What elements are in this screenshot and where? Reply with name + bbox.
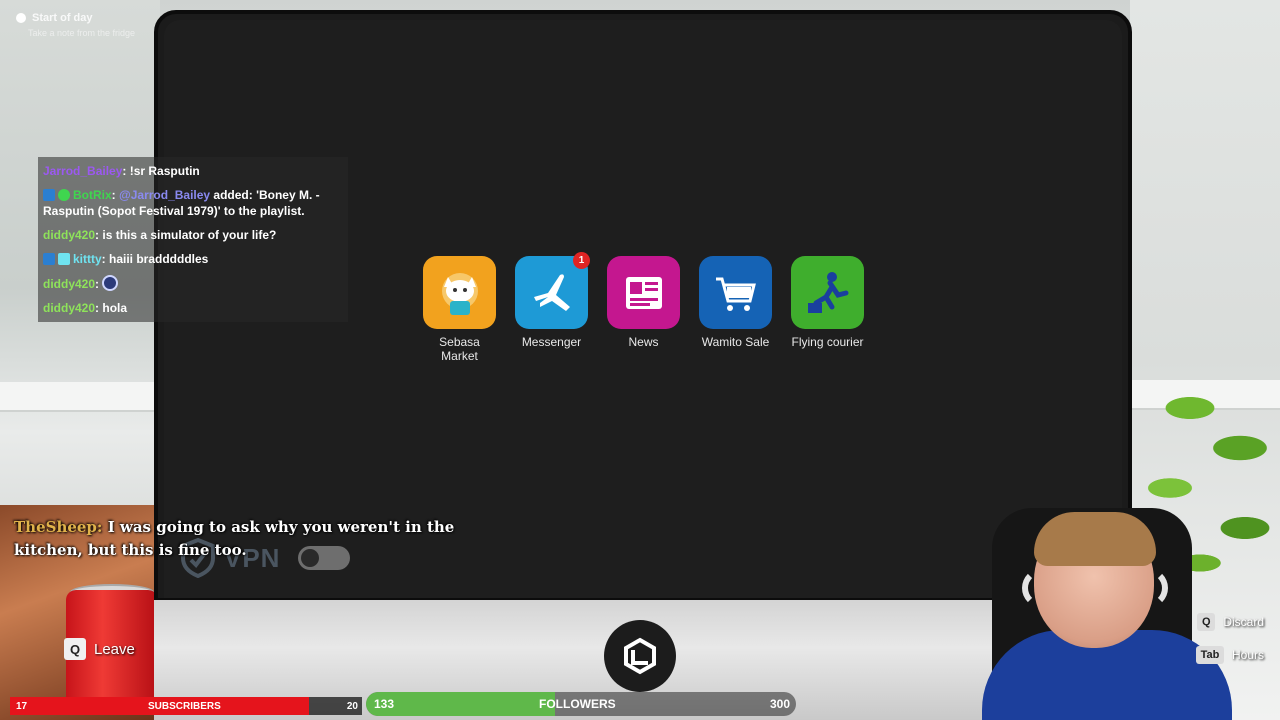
chat-text: : !sr Rasputin: [122, 164, 200, 178]
subscribers-label: SUBSCRIBERS: [148, 700, 221, 712]
dialogue-subtitle: TheSheep: I was going to ask why you wer…: [14, 516, 484, 562]
brand-logo-icon: [624, 637, 656, 675]
notification-badge: 1: [573, 252, 590, 269]
chat-username: Jarrod_Bailey: [43, 164, 123, 178]
stream-chat: Jarrod_Bailey: !sr Rasputin BotRix: @Jar…: [38, 157, 348, 322]
streamer-hair: [1034, 512, 1156, 566]
chat-username: kittty: [73, 252, 102, 266]
shopping-cart-icon[interactable]: [699, 256, 772, 329]
subscribers-goal-bar: 17 SUBSCRIBERS 20: [10, 697, 362, 715]
emote-icon: [102, 275, 119, 291]
objective-subtitle: Take a note from the fridge: [28, 28, 136, 38]
chat-username: diddy420: [43, 228, 96, 242]
streamer-webcam: [982, 498, 1242, 720]
chat-separator: :: [111, 188, 120, 202]
chat-text: : haiii bradddddles: [101, 252, 209, 266]
app-news[interactable]: News: [607, 256, 680, 363]
app-messenger[interactable]: 1 Messenger: [515, 252, 590, 363]
subscribers-current: 17: [16, 700, 28, 712]
bot-badge-icon: [43, 189, 55, 201]
app-label: Flying courier: [791, 335, 864, 349]
chat-username: diddy420: [43, 301, 96, 315]
followers-label: FOLLOWERS: [539, 697, 616, 711]
key-hint: Tab: [1195, 646, 1224, 664]
followers-current: 133: [374, 697, 395, 711]
chat-message: BotRix: @Jarrod_Bailey added: 'Boney M. …: [38, 183, 348, 223]
newspaper-icon[interactable]: [607, 256, 680, 329]
headset-icon: [1022, 568, 1168, 608]
app-label: Sebasa Market: [439, 335, 480, 363]
verified-badge-icon: [58, 189, 70, 201]
power-logo-button[interactable]: [604, 620, 676, 692]
chat-message: diddy420:: [38, 271, 348, 296]
chat-username: diddy420: [43, 277, 96, 291]
wall-trim-left: [0, 382, 160, 412]
desktop-app-grid: Sebasa Market 1 Messenger News Wamito Sa…: [423, 252, 864, 363]
app-flying-courier[interactable]: Flying courier: [791, 256, 864, 363]
app-label: Wamito Sale: [701, 335, 770, 349]
chat-message: Jarrod_Bailey: !sr Rasputin: [38, 159, 348, 183]
subscribers-goal: 20: [346, 700, 358, 712]
objective-title: Start of day: [32, 12, 93, 24]
chat-text: : hola: [95, 301, 128, 315]
chat-text: :: [95, 277, 103, 291]
chat-message: kittty: haiii bradddddles: [38, 247, 348, 271]
cat-shopping-bag-icon[interactable]: [423, 256, 496, 329]
chat-message: diddy420: hola: [38, 296, 348, 320]
followers-goal: 300: [769, 697, 790, 711]
chat-text: : is this a simulator of your life?: [95, 228, 277, 242]
courier-kick-icon[interactable]: [791, 256, 864, 329]
chat-message: diddy420: is this a simulator of your li…: [38, 223, 348, 247]
app-label: Messenger: [521, 335, 582, 349]
sub-badge-icon: [43, 253, 55, 265]
hours-label: Hours: [1231, 648, 1264, 662]
hours-prompt[interactable]: Tab Hours: [1195, 646, 1264, 664]
followers-progress-fill: [366, 692, 556, 716]
gift-badge-icon: [58, 253, 70, 265]
app-label: News: [628, 335, 659, 349]
objective-tracker: Start of day Take a note from the fridge: [16, 12, 135, 38]
followers-goal-bar: 133 FOLLOWERS 300: [366, 692, 796, 716]
chat-mention: @Jarrod_Bailey: [119, 188, 211, 202]
leave-label: Leave: [94, 640, 135, 658]
discard-prompt[interactable]: Q Discard: [1197, 613, 1264, 631]
app-sebasa-market[interactable]: Sebasa Market: [423, 256, 496, 363]
key-hint: Q: [64, 638, 86, 660]
chat-username: BotRix: [73, 188, 112, 202]
leave-prompt[interactable]: Q Leave: [64, 638, 135, 660]
key-hint: Q: [1197, 613, 1216, 631]
app-wamito-sale[interactable]: Wamito Sale: [699, 256, 772, 363]
subtitle-speaker: TheSheep:: [14, 518, 103, 536]
objective-dot-icon: [16, 13, 26, 23]
discard-label: Discard: [1223, 615, 1264, 629]
